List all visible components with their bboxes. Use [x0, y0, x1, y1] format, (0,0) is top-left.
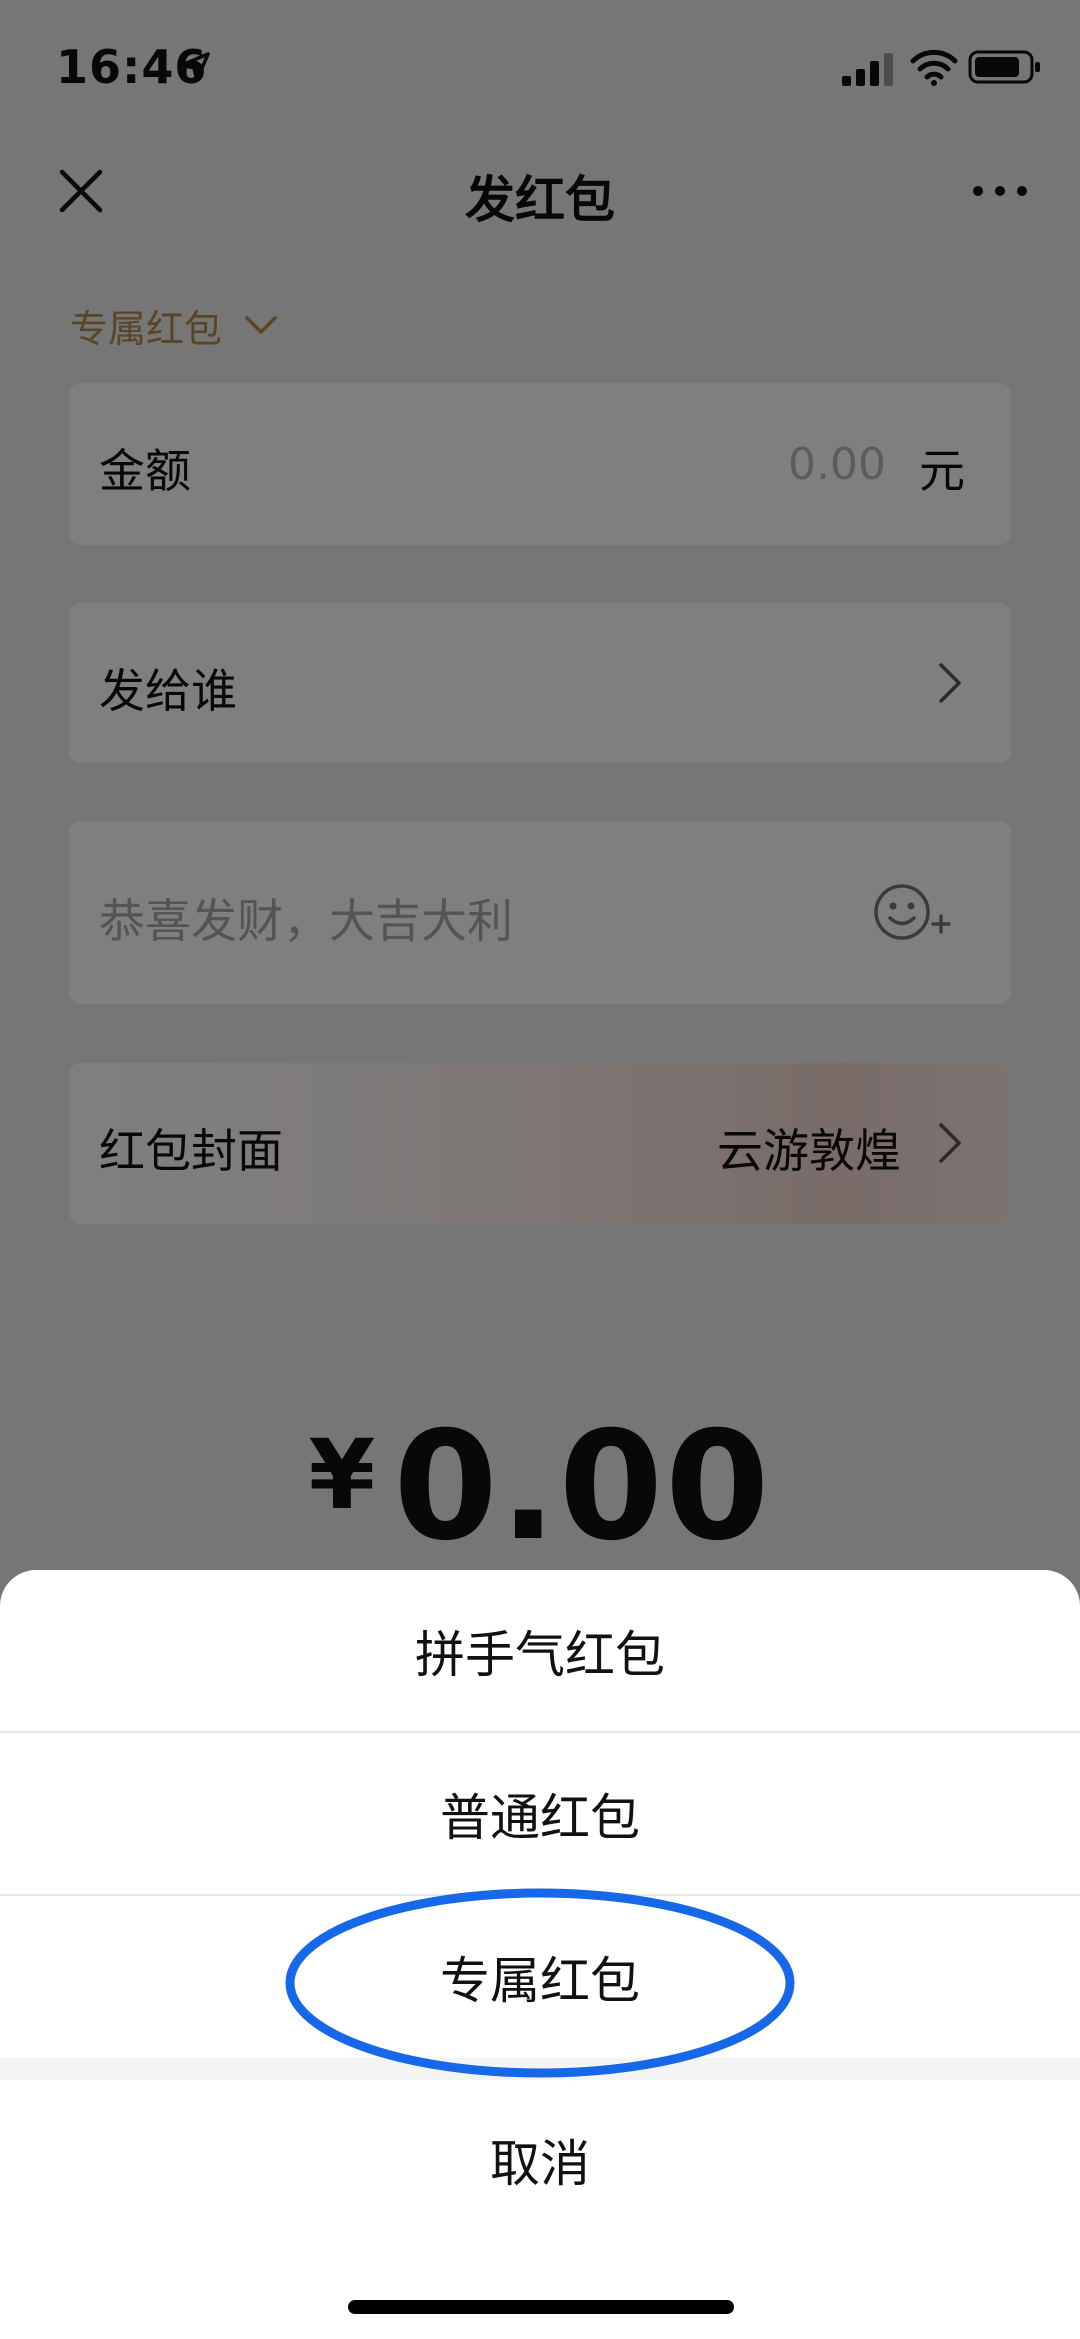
- home-indicator: [348, 2300, 734, 2314]
- action-sheet: 拼手气红包 普通红包 专属红包 取消: [0, 1570, 1080, 2339]
- option-normal-red-packet[interactable]: 普通红包: [0, 1733, 1080, 1895]
- sheet-gap: [0, 2058, 1080, 2080]
- option-lucky-red-packet[interactable]: 拼手气红包: [0, 1570, 1080, 1732]
- cancel-button[interactable]: 取消: [0, 2080, 1080, 2240]
- option-exclusive-red-packet[interactable]: 专属红包: [0, 1896, 1080, 2058]
